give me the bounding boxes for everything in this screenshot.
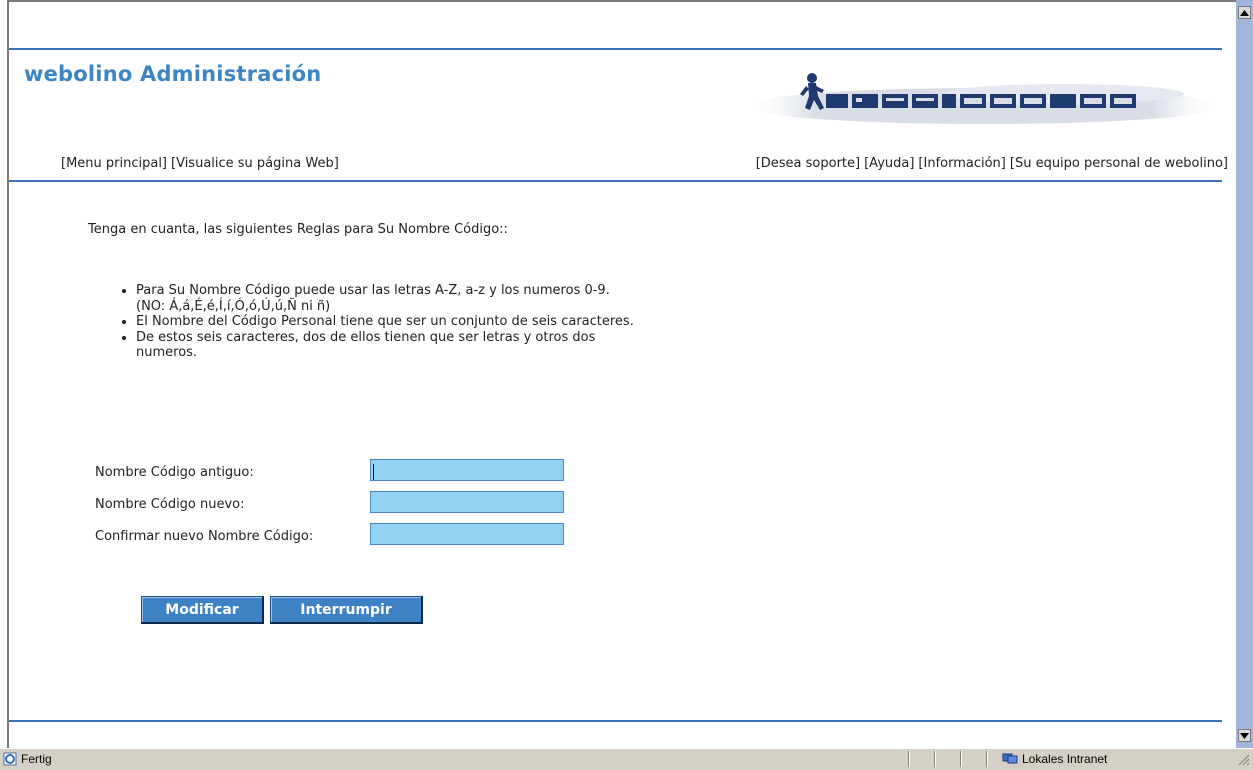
status-separator xyxy=(986,751,988,767)
new-code-input[interactable] xyxy=(370,491,564,513)
nav-menu-principal[interactable]: [Menu principal] xyxy=(61,156,167,171)
scroll-track[interactable] xyxy=(1238,21,1251,724)
ie-page-icon xyxy=(3,752,17,766)
new-code-label: Nombre Código nuevo: xyxy=(95,497,245,512)
status-separator xyxy=(934,751,936,767)
rules-intro: Tenga en cuanta, las siguientes Reglas p… xyxy=(88,222,508,237)
resize-grip-icon[interactable] xyxy=(1236,752,1250,766)
footer-rule xyxy=(9,720,1222,722)
rules-list: Para Su Nombre Código puede usar las let… xyxy=(88,283,656,361)
arrow-up-icon xyxy=(1240,9,1249,16)
nav-visualice-pagina[interactable]: [Visualice su página Web] xyxy=(171,156,339,171)
nav-ayuda[interactable]: [Ayuda] xyxy=(864,156,914,171)
confirm-code-input[interactable] xyxy=(370,523,564,545)
nav-informacion[interactable]: [Información] xyxy=(918,156,1005,171)
rule-item-composition: De estos seis caracteres, dos de ellos t… xyxy=(136,330,656,361)
text-caret xyxy=(373,464,374,480)
scroll-down-button[interactable] xyxy=(1238,729,1251,742)
status-separator xyxy=(960,751,962,767)
status-text: Fertig xyxy=(21,752,52,766)
header-bottom-rule xyxy=(9,180,1222,182)
page-title: webolino Administración xyxy=(24,62,322,86)
rule-item-characters-note: (NO: Á,á,É,é,Í,í,Ó,ó,Ú,ú,Ñ ni ñ) xyxy=(136,298,331,314)
arrow-down-icon xyxy=(1240,732,1249,739)
scroll-up-button[interactable] xyxy=(1238,6,1251,19)
intranet-zone-icon xyxy=(1002,753,1018,764)
old-code-input[interactable] xyxy=(370,459,564,481)
security-zone-text: Lokales Intranet xyxy=(1022,752,1108,766)
window-frame-left xyxy=(0,0,9,748)
header-top-rule xyxy=(9,48,1222,50)
nav-soporte[interactable]: [Desea soporte] xyxy=(756,156,860,171)
webolino-logo xyxy=(744,73,1224,124)
modify-button[interactable]: Modificar xyxy=(141,596,264,624)
old-code-label: Nombre Código antiguo: xyxy=(95,465,254,480)
status-separator xyxy=(908,751,910,767)
main-nav: [Menu principal] [Visualice su página Web… xyxy=(61,156,343,171)
page-viewport: webolino Administración [Menu principal]… xyxy=(9,2,1236,748)
nav-equipo-personal[interactable]: [Su equipo personal de webolino] xyxy=(1010,156,1228,171)
cancel-button[interactable]: Interrumpir xyxy=(270,596,423,624)
confirm-code-label: Confirmar nuevo Nombre Código: xyxy=(95,529,314,544)
help-nav: [Desea soporte] [Ayuda] [Información] [Su e… xyxy=(756,156,1228,171)
rule-item-characters-text: Para Su Nombre Código puede usar las let… xyxy=(136,283,610,298)
rule-item-characters: Para Su Nombre Código puede usar las let… xyxy=(136,283,656,314)
rule-item-length: El Nombre del Código Personal tiene que … xyxy=(136,314,656,330)
